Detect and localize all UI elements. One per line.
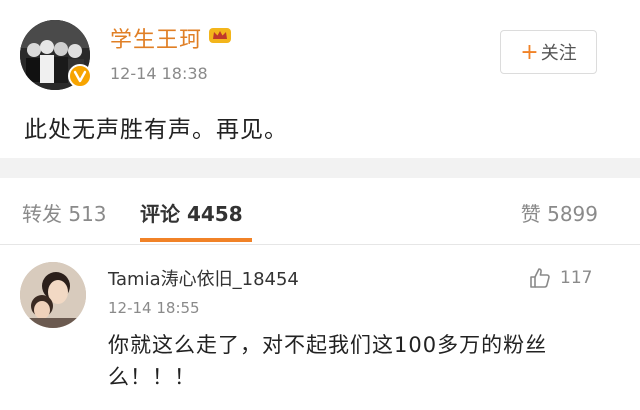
section-separator: [0, 158, 640, 178]
plus-icon: +: [520, 39, 539, 65]
comment-timestamp: 12-14 18:55: [108, 299, 200, 317]
comment-item: Tamia涛心依旧_18454 12-14 18:55 117 你就这么走了，对…: [0, 245, 640, 410]
post-text: 此处无声胜有声。再见。: [24, 117, 288, 143]
author-username[interactable]: 学生王珂: [110, 22, 202, 54]
comment-text: 你就这么走了，对不起我们这100多万的粉丝么！！！: [108, 333, 548, 389]
verified-v-icon: [73, 70, 87, 83]
tab-likes[interactable]: 赞 5899: [521, 198, 598, 227]
author-username-row: 学生王珂: [110, 22, 232, 54]
commenter-avatar[interactable]: [20, 262, 86, 328]
thumbs-up-icon: [530, 268, 550, 288]
commenter-username[interactable]: Tamia涛心依旧_18454: [108, 265, 299, 291]
comment-like-count: 117: [560, 268, 593, 288]
follow-button[interactable]: + 关注: [500, 30, 597, 74]
follow-button-label: 关注: [540, 43, 577, 64]
post-card: 学生王珂 12-14 18:38 + 关注 此处无声胜有声。再见。: [0, 0, 640, 160]
post-timestamp: 12-14 18:38: [110, 64, 208, 83]
tab-comments-count: 4458: [186, 202, 243, 226]
interaction-tabs: 转发 513 评论 4458 赞 5899: [0, 178, 640, 244]
tab-repost[interactable]: 转发 513: [22, 198, 107, 227]
active-tab-indicator: [140, 238, 252, 242]
comment-like-button[interactable]: 117: [528, 266, 592, 290]
crown-icon: [208, 25, 232, 51]
verified-badge: [68, 64, 92, 88]
weibo-post-page: 学生王珂 12-14 18:38 + 关注 此处无声胜有声。再见。 转发 513…: [0, 0, 640, 410]
portrait-photo-icon: [20, 262, 86, 328]
author-avatar[interactable]: [20, 20, 92, 90]
tab-repost-label: 转发: [22, 202, 62, 226]
tab-likes-label: 赞: [520, 202, 541, 226]
tab-repost-count: 513: [68, 202, 107, 226]
tab-likes-count: 5899: [547, 202, 598, 226]
tab-comments-label: 评论: [140, 202, 180, 226]
tab-comments[interactable]: 评论 4458: [140, 198, 243, 227]
